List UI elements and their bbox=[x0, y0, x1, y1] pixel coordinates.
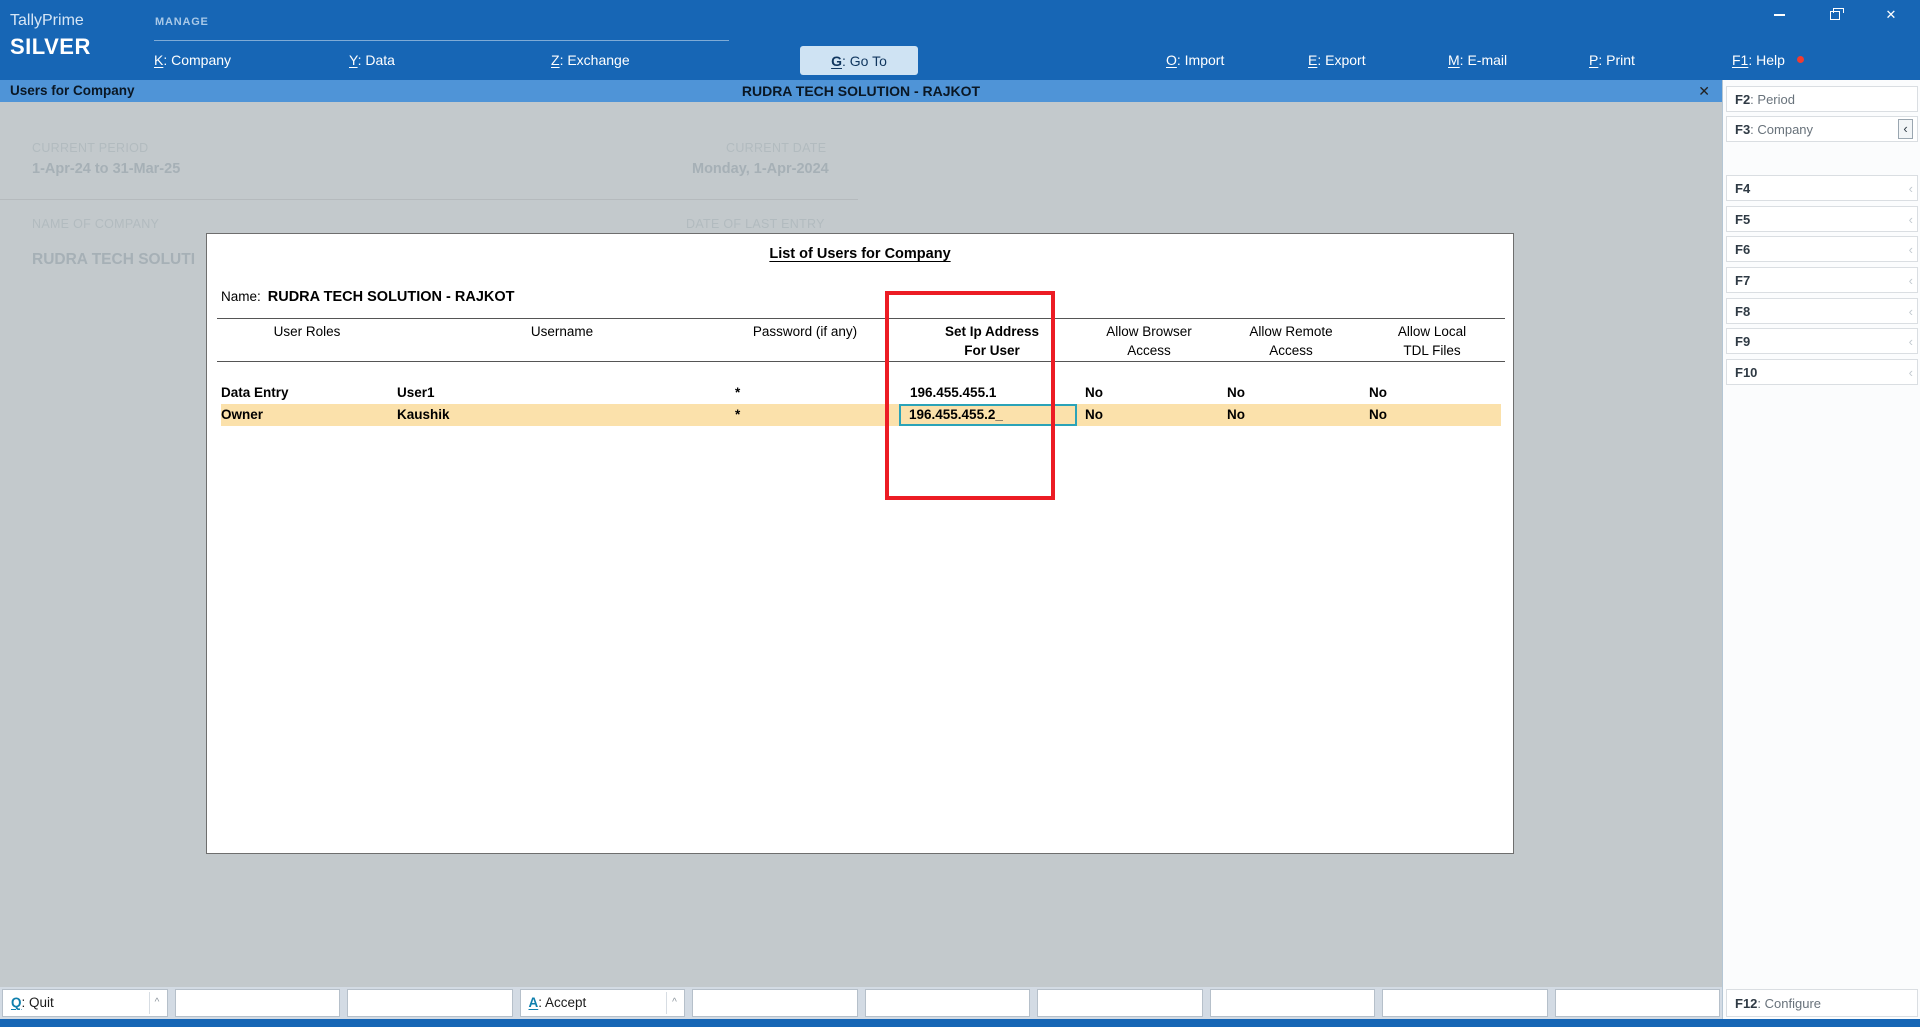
chevron-left-icon: ‹ bbox=[1908, 211, 1913, 227]
top-app-bar: TallyPrime SILVER MANAGE K: Company Y: D… bbox=[0, 0, 1920, 80]
header-bottom-rule bbox=[217, 361, 1505, 362]
chevron-left-icon: ‹ bbox=[1908, 303, 1913, 319]
header-top-rule bbox=[217, 318, 1505, 319]
bottombar-slot bbox=[864, 989, 1030, 1017]
ip-address-field[interactable]: 196.455.455.1 bbox=[910, 382, 996, 404]
chevron-left-icon: ‹ bbox=[1908, 180, 1913, 196]
menu-item-export[interactable]: E: Export bbox=[1308, 52, 1366, 68]
bottombar-slot bbox=[1554, 989, 1720, 1017]
bottombar-slot bbox=[1209, 989, 1375, 1017]
gateway-divider bbox=[0, 199, 858, 200]
bottombar-slot bbox=[692, 989, 858, 1017]
current-date-value: Monday, 1-Apr-2024 bbox=[692, 161, 829, 177]
username-field[interactable]: Kaushik bbox=[397, 404, 450, 426]
column-header-allow-remote-access: Allow Remote Access bbox=[1249, 324, 1333, 358]
help-notification-dot bbox=[1797, 56, 1804, 63]
sidebar-item-f10[interactable]: F10 ‹ bbox=[1726, 359, 1918, 385]
app-brand: TallyPrime bbox=[10, 12, 84, 29]
chevron-left-icon: ‹ bbox=[1908, 272, 1913, 288]
table-row: Data Entry User1 * 196.455.455.1 No No N… bbox=[207, 382, 1513, 404]
password-field[interactable]: * bbox=[735, 382, 740, 404]
bottombar-slot bbox=[1037, 989, 1203, 1017]
company-title: RUDRA TECH SOLUTION - RAJKOT bbox=[741, 83, 981, 99]
menu-group-divider bbox=[154, 40, 729, 41]
allow-local-tdl-field[interactable]: No bbox=[1369, 404, 1387, 426]
menu-item-data[interactable]: Y: Data bbox=[349, 52, 395, 68]
date-of-last-entry-label: DATE OF LAST ENTRY bbox=[686, 217, 825, 231]
column-header-set-ip-address: Set Ip Address For User bbox=[944, 324, 1040, 358]
sidebar-item-f7[interactable]: F7 ‹ bbox=[1726, 267, 1918, 293]
screen-title-bar: Users for Company RUDRA TECH SOLUTION - … bbox=[0, 80, 1722, 102]
user-role-field[interactable]: Owner bbox=[221, 404, 263, 426]
close-icon: ✕ bbox=[1698, 83, 1710, 99]
menu-group-label: MANAGE bbox=[155, 16, 209, 28]
current-period-label: CURRENT PERIOD bbox=[32, 141, 149, 155]
app-edition: SILVER bbox=[10, 34, 91, 59]
sidebar-item-f4[interactable]: F4 ‹ bbox=[1726, 175, 1918, 201]
sidebar-item-f5[interactable]: F5 ‹ bbox=[1726, 206, 1918, 232]
menu-item-import[interactable]: O: Import bbox=[1166, 52, 1224, 68]
chevron-left-icon: ‹ bbox=[1908, 364, 1913, 380]
sidebar-item-f6[interactable]: F6 ‹ bbox=[1726, 236, 1918, 262]
ip-address-input-active[interactable]: 196.455.455.2_ bbox=[899, 404, 1077, 426]
restore-icon bbox=[1830, 7, 1844, 20]
allow-browser-field[interactable]: No bbox=[1085, 382, 1103, 404]
dialog-title: List of Users for Company bbox=[769, 246, 951, 262]
name-value: RUDRA TECH SOLUTION - RAJKOT bbox=[267, 289, 515, 305]
allow-remote-field[interactable]: No bbox=[1227, 382, 1245, 404]
bottombar-slot bbox=[1382, 989, 1548, 1017]
menu-item-email[interactable]: M: E-mail bbox=[1448, 52, 1507, 68]
accept-button[interactable]: A: Accept ^ bbox=[519, 989, 685, 1017]
column-header-allow-browser-access: Allow Browser Access bbox=[1106, 324, 1192, 358]
menu-item-company[interactable]: K: Company bbox=[154, 52, 231, 68]
company-name-value: RUDRA TECH SOLUTI bbox=[32, 251, 196, 268]
sidebar-item-f9[interactable]: F9 ‹ bbox=[1726, 328, 1918, 354]
allow-browser-field[interactable]: No bbox=[1085, 404, 1103, 426]
sidebar-item-f2-period[interactable]: F2: Period bbox=[1726, 86, 1918, 112]
table-row-selected: Owner Kaushik * 196.455.455.2_ No No No bbox=[207, 404, 1513, 426]
expand-caret-icon[interactable]: ^ bbox=[666, 992, 682, 1014]
bottombar-slot bbox=[347, 989, 513, 1017]
expand-caret-icon[interactable]: ^ bbox=[148, 992, 165, 1014]
current-period-value: 1-Apr-24 to 31-Mar-25 bbox=[32, 161, 181, 177]
sidebar-item-f12-configure[interactable]: F12: Configure bbox=[1726, 989, 1918, 1017]
column-header-user-roles: User Roles bbox=[273, 324, 341, 339]
sidebar-item-f8[interactable]: F8 ‹ bbox=[1726, 298, 1918, 324]
quit-button[interactable]: Q: Quit ^ bbox=[2, 989, 168, 1017]
chevron-left-icon: ‹ bbox=[1908, 241, 1913, 257]
chevron-left-icon[interactable]: ‹ bbox=[1898, 119, 1913, 139]
password-field[interactable]: * bbox=[735, 404, 740, 426]
name-of-company-label: NAME OF COMPANY bbox=[32, 217, 160, 231]
window-minimize-button[interactable] bbox=[1762, 2, 1796, 28]
bottombar-slot bbox=[174, 989, 340, 1017]
text-cursor: _ bbox=[995, 407, 1003, 422]
column-header-username: Username bbox=[530, 324, 594, 339]
list-of-users-dialog: List of Users for Company Name: RUDRA TEC… bbox=[206, 233, 1514, 854]
current-date-label: CURRENT DATE bbox=[726, 141, 827, 155]
user-role-field[interactable]: Data Entry bbox=[221, 382, 289, 404]
username-field[interactable]: User1 bbox=[397, 382, 435, 404]
menu-item-exchange[interactable]: Z: Exchange bbox=[551, 52, 630, 68]
sidebar-item-f3-company[interactable]: F3: Company ‹ bbox=[1726, 116, 1918, 142]
allow-remote-field[interactable]: No bbox=[1227, 404, 1245, 426]
chevron-left-icon: ‹ bbox=[1908, 333, 1913, 349]
allow-local-tdl-field[interactable]: No bbox=[1369, 382, 1387, 404]
window-restore-button[interactable] bbox=[1818, 2, 1852, 28]
company-name-row: Name: RUDRA TECH SOLUTION - RAJKOT bbox=[221, 289, 515, 305]
function-key-sidebar: F2: Period F3: Company ‹ F4 ‹ F5 ‹ F6 ‹ F7 ‹ … bbox=[1722, 80, 1920, 1019]
bottom-button-bar: Q: Quit ^ A: Accept ^ bbox=[0, 987, 1722, 1019]
window-close-button[interactable]: ✕ bbox=[1874, 2, 1908, 28]
close-icon: ✕ bbox=[1885, 7, 1897, 22]
name-label: Name: bbox=[221, 289, 261, 304]
bottom-accent-strip bbox=[0, 1019, 1920, 1027]
menu-item-print[interactable]: P: Print bbox=[1589, 52, 1635, 68]
screen-close-button[interactable]: ✕ bbox=[1698, 80, 1710, 102]
column-header-password: Password (if any) bbox=[752, 324, 858, 339]
minimize-icon bbox=[1773, 14, 1785, 16]
column-header-allow-local-tdl: Allow Local TDL Files bbox=[1397, 324, 1467, 358]
menu-item-goto[interactable]: G: Go To bbox=[800, 46, 918, 75]
menu-item-help[interactable]: F1: Help bbox=[1732, 52, 1785, 68]
